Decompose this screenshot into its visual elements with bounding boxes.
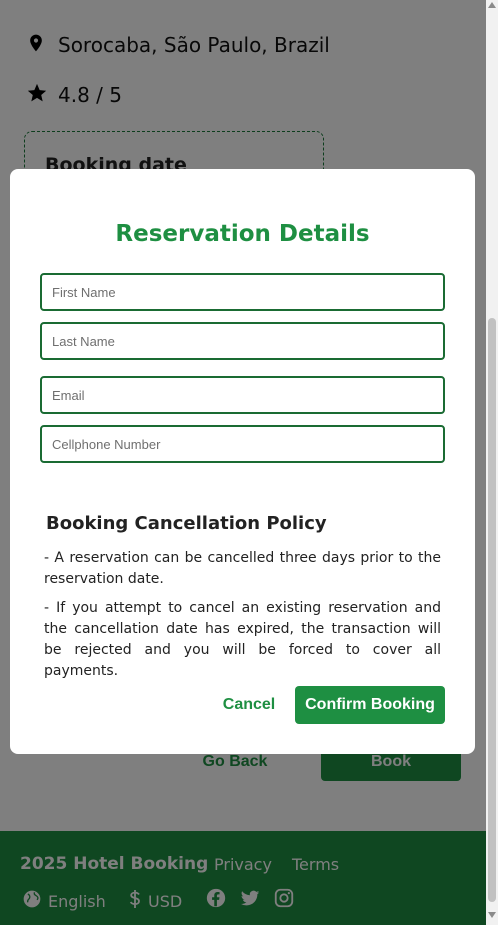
scrollbar-thumb[interactable] bbox=[488, 318, 496, 902]
policy-title: Booking Cancellation Policy bbox=[46, 513, 327, 534]
scroll-up-arrow-icon[interactable] bbox=[488, 2, 496, 8]
cellphone-field[interactable] bbox=[40, 425, 445, 463]
confirm-booking-button[interactable]: Confirm Booking bbox=[295, 686, 445, 724]
last-name-field[interactable] bbox=[40, 322, 445, 360]
first-name-field[interactable] bbox=[40, 273, 445, 311]
scroll-down-arrow-icon[interactable] bbox=[488, 912, 496, 918]
policy-paragraph: - If you attempt to cancel an existing r… bbox=[44, 600, 441, 679]
cancel-button[interactable]: Cancel bbox=[213, 686, 285, 724]
email-field[interactable] bbox=[40, 376, 445, 414]
page-scrollbar[interactable] bbox=[486, 0, 498, 925]
policy-paragraph: - A reservation can be cancelled three d… bbox=[44, 550, 441, 587]
modal-title: Reservation Details bbox=[115, 221, 370, 247]
reservation-modal: Reservation Details Booking Cancellation… bbox=[10, 169, 475, 754]
